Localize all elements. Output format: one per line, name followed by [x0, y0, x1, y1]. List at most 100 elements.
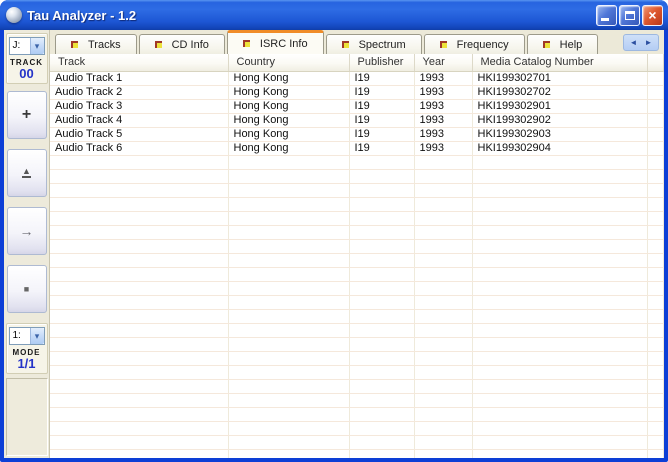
table-cell	[647, 141, 664, 156]
column-header-track[interactable]: Track	[50, 54, 229, 72]
table-cell	[472, 323, 648, 338]
maximize-button[interactable]	[619, 4, 640, 26]
mode-panel: 1: ▾ MODE 1/1	[5, 323, 48, 374]
table-row[interactable]: Audio Track 5 Hong Kong I19 1993 HKI19930290…	[50, 127, 664, 142]
eject-button[interactable]: ▲	[6, 149, 47, 197]
tab-spectrum[interactable]: Spectrum	[325, 34, 422, 54]
table-cell	[228, 337, 350, 352]
chevron-down-icon[interactable]: ▾	[29, 328, 44, 344]
tab-isrc-info[interactable]: ISRC Info	[226, 30, 324, 54]
table-cell	[647, 211, 664, 226]
drive-select[interactable]: J: ▾	[8, 37, 45, 55]
stop-button[interactable]: ■	[6, 265, 47, 313]
tab-frequency[interactable]: Frequency	[423, 34, 525, 54]
column-header-filler	[647, 54, 664, 72]
table-cell: 1993	[414, 71, 473, 86]
table-cell	[50, 281, 229, 296]
table-cell	[414, 337, 473, 352]
table-cell	[647, 155, 664, 170]
table-cell	[228, 155, 350, 170]
table-cell	[647, 421, 664, 436]
table-cell	[228, 379, 350, 394]
table-cell	[50, 365, 229, 380]
table-cell	[349, 407, 415, 422]
mode-select[interactable]: 1: ▾	[8, 327, 45, 345]
table-row-empty	[50, 225, 664, 240]
table-cell: I19	[349, 99, 415, 114]
table-cell	[228, 295, 350, 310]
table-cell	[472, 211, 648, 226]
stop-icon: ■	[23, 283, 30, 294]
tab-cd-info[interactable]: CD Info	[138, 34, 225, 54]
table-cell	[647, 197, 664, 212]
table-cell	[228, 253, 350, 268]
chevron-down-icon[interactable]: ▾	[29, 38, 44, 54]
close-button[interactable]: ×	[642, 4, 663, 26]
table-cell	[228, 281, 350, 296]
table-cell	[414, 267, 473, 282]
isrc-table: Track Country Publisher Year Media Catalog N…	[50, 54, 664, 458]
table-cell	[228, 267, 350, 282]
column-header-media-catalog-number[interactable]: Media Catalog Number	[472, 54, 648, 72]
sidebar-filler	[5, 378, 48, 456]
table-cell	[414, 295, 473, 310]
add-button[interactable]: +	[6, 91, 47, 139]
table-cell	[228, 365, 350, 380]
table-row[interactable]: Audio Track 6 Hong Kong I19 1993 HKI19930290…	[50, 141, 664, 156]
sidebar: J: ▾ TRACK 00 + ▲ → ■ 1: ▾ MODE 1/1	[4, 30, 50, 458]
table-row[interactable]: Audio Track 1 Hong Kong I19 1993 HKI19930270…	[50, 71, 664, 86]
table-cell	[414, 197, 473, 212]
table-row[interactable]: Audio Track 3 Hong Kong I19 1993 HKI19930290…	[50, 99, 664, 114]
table-cell	[50, 337, 229, 352]
table-cell	[647, 267, 664, 282]
tab-help[interactable]: Help	[526, 34, 599, 54]
table-cell	[349, 155, 415, 170]
table-cell	[647, 225, 664, 240]
tab-tracks[interactable]: Tracks	[55, 34, 137, 54]
mode-value: 1/1	[17, 356, 36, 371]
table-row[interactable]: Audio Track 2 Hong Kong I19 1993 HKI19930270…	[50, 85, 664, 100]
next-button[interactable]: →	[6, 207, 47, 255]
table-cell	[647, 351, 664, 366]
table-cell	[647, 99, 664, 114]
table-cell	[414, 211, 473, 226]
table-cell	[228, 239, 350, 254]
table-row-empty	[50, 155, 664, 170]
table-row-empty	[50, 211, 664, 226]
column-header-country[interactable]: Country	[228, 54, 350, 72]
table-cell	[472, 393, 648, 408]
app-icon	[6, 7, 22, 23]
table-row-empty	[50, 449, 664, 458]
table-cell	[50, 309, 229, 324]
table-cell: Audio Track 1	[50, 71, 229, 86]
table-cell	[349, 267, 415, 282]
table-cell	[472, 183, 648, 198]
title-bar[interactable]: Tau Analyzer - 1.2 ×	[0, 0, 668, 30]
table-cell	[414, 309, 473, 324]
table-cell	[349, 239, 415, 254]
table-cell	[472, 253, 648, 268]
table-cell	[414, 183, 473, 198]
table-cell	[50, 197, 229, 212]
table-cell	[50, 239, 229, 254]
table-cell	[349, 449, 415, 458]
tab-scroll-right-icon[interactable]: ►	[641, 35, 656, 50]
table-cell	[228, 449, 350, 458]
tab-label: CD Info	[171, 38, 209, 51]
table-cell: Hong Kong	[228, 141, 350, 156]
column-header-publisher[interactable]: Publisher	[349, 54, 415, 72]
minimize-icon	[601, 17, 609, 21]
tab-scroll-left-icon[interactable]: ◄	[626, 35, 641, 50]
table-cell	[647, 183, 664, 198]
table-cell: Audio Track 2	[50, 85, 229, 100]
table-row-empty	[50, 337, 664, 352]
table-cell	[414, 421, 473, 436]
table-cell	[647, 393, 664, 408]
table-row[interactable]: Audio Track 4 Hong Kong I19 1993 HKI19930290…	[50, 113, 664, 128]
column-header-year[interactable]: Year	[414, 54, 473, 72]
table-cell	[228, 421, 350, 436]
client-area: J: ▾ TRACK 00 + ▲ → ■ 1: ▾ MODE 1/1 Tracks	[4, 30, 664, 458]
table-cell	[472, 379, 648, 394]
minimize-button[interactable]	[596, 4, 617, 26]
table-cell	[228, 225, 350, 240]
